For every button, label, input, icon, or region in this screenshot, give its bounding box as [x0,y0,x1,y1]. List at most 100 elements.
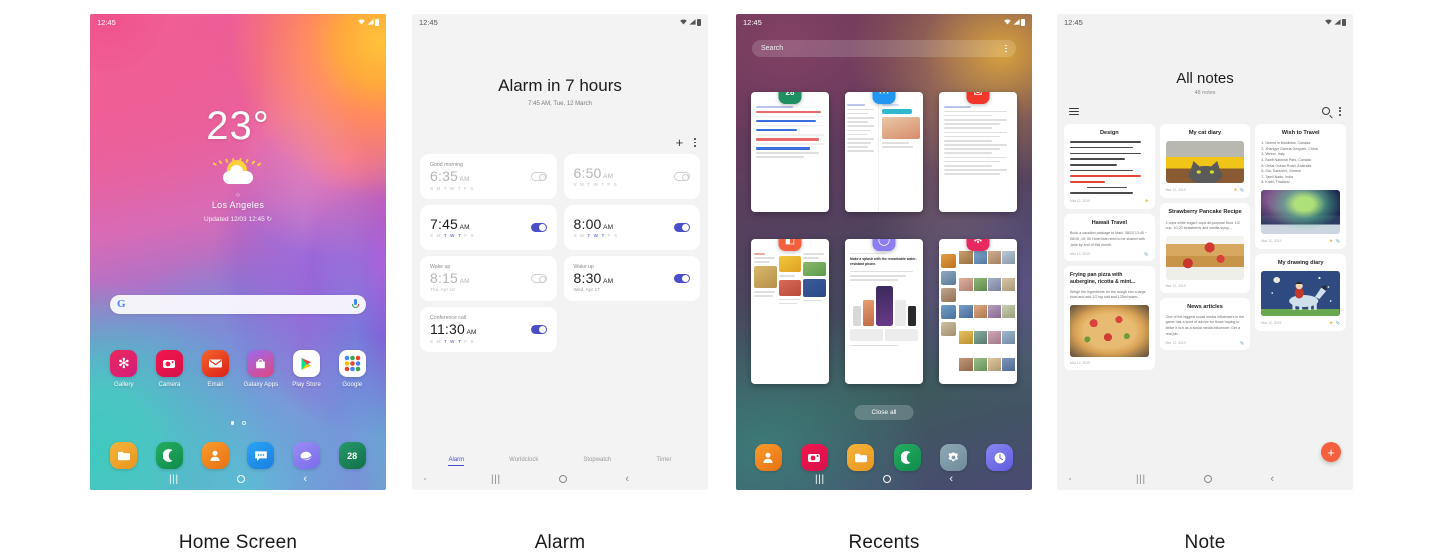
email-icon: ✉ [966,92,990,104]
dock-messages[interactable] [238,442,284,469]
alarm-row[interactable]: Conference call 11:30 AM S M T W T F S [420,307,557,352]
alarm-row[interactable]: Wake up 8:30 AM Wed, Apr 17 [563,256,700,301]
star-icon: ★ [1328,237,1334,243]
attachment-icon: 📎 [1335,238,1341,243]
dock-files[interactable] [838,444,884,471]
tab-timer[interactable]: Timer [656,457,671,466]
panel-caption: Note [1184,532,1226,553]
dock-contacts[interactable] [192,442,238,469]
nav-bar: ||| ‹ [412,468,708,490]
status-bar-time: 12:45 [97,17,116,27]
star-icon: ★ [1328,320,1334,326]
note-card-news-articles[interactable]: News articles One of the biggest social … [1159,297,1251,351]
recent-card-messages[interactable]: ⋯ [845,92,923,212]
dock-phone[interactable] [147,442,193,469]
files-icon [847,444,875,471]
panel-note: 12:45 All notes 48 notes Design Mar 12, … [1057,14,1353,553]
back-icon[interactable]: ‹ [1270,473,1274,485]
recents-icon[interactable]: ||| [815,474,825,485]
alarm-toggle[interactable] [530,172,547,181]
alarm-row[interactable]: Good morning 6:35 AM S M T W T F S [420,154,557,199]
add-note-fab[interactable]: + [1321,442,1341,462]
alarm-toggle[interactable] [530,325,547,334]
note-card-wish-to-travel[interactable]: Wish to Travel 1. Norest in Manitoba, Ca… [1255,124,1347,249]
recent-card-internet[interactable]: ◯ Make a splash with the remarkable wate… [845,239,923,384]
clock-icon [986,444,1014,471]
home-icon[interactable] [882,474,892,484]
google-search-bar[interactable]: G [110,295,366,314]
attachment-icon: 📎 [1239,188,1245,193]
note-card-hawaii-travel[interactable]: Hawaii Travel Book a vacation package to… [1064,214,1155,262]
alarm-toggle[interactable] [674,172,690,181]
home-icon[interactable] [558,474,568,484]
dock-settings[interactable] [930,444,976,471]
microphone-icon[interactable] [352,299,359,310]
more-options-icon[interactable] [1339,107,1341,116]
app-camera[interactable]: Camera [147,350,193,388]
tab-worldclock[interactable]: Worldclock [509,457,538,466]
app-play-store[interactable]: Play Store [284,350,330,388]
alarm-toggle[interactable] [674,274,690,283]
back-icon[interactable]: ‹ [625,473,629,485]
status-bar: 12:45 [412,14,708,30]
alarm-toggle[interactable] [530,274,547,283]
device-screen-alarm: 12:45 Alarm in 7 hours 7:45 AM, Tue, 12 … [412,14,708,490]
note-card-my-drawing-diary[interactable]: My drawing diary Mar 12, 2019 ★ 📎 [1255,253,1347,332]
alarm-row[interactable]: Wake up 8:15 AM Thu, Apr 18 [420,256,557,301]
dock-internet[interactable] [284,442,330,469]
back-icon[interactable]: ‹ [303,473,307,485]
app-google-folder[interactable]: Google [329,350,375,388]
alarm-toggle[interactable] [674,223,690,232]
add-alarm-button[interactable]: + [676,136,684,149]
dock-files[interactable] [101,442,147,469]
search-icon[interactable] [1322,107,1331,116]
recent-card-gallery[interactable]: ✻ [939,239,1017,384]
home-icon[interactable] [236,474,246,484]
recents-search-bar[interactable]: Search [752,40,1016,57]
alarm-row[interactable]: 8:00 AM S M T W T F S [563,205,700,250]
note-card-frying-pan-pizza[interactable]: Frying pan pizza with aubergine, ricotta… [1064,266,1155,370]
page-dot-active[interactable] [230,421,234,425]
recent-card-email[interactable]: ✉ [939,92,1017,212]
app-gallery[interactable]: ✻ Gallery [101,350,147,388]
note-card-design[interactable]: Design Mar 12, 2019 ★ [1064,124,1155,210]
dock-contacts[interactable] [745,444,791,471]
tab-alarm[interactable]: Alarm [448,457,465,466]
recent-card-calendar[interactable]: 28 [751,92,829,212]
battery-icon [697,18,701,26]
app-email[interactable]: Email [192,350,238,388]
home-icon[interactable] [1203,474,1213,484]
alarm-toggle[interactable] [530,223,547,232]
settings-gear-icon [939,444,967,471]
clock-tabs: Alarm Worldclock Stopwatch Timer [412,457,708,466]
weather-widget[interactable]: 23° ◇ Los Angeles Updated 12/03 12:45 ↻ [90,106,386,223]
dock-clock[interactable] [977,444,1023,471]
hamburger-icon[interactable] [1069,107,1079,116]
note-date: Mar 12, 2019 [1165,283,1186,288]
alarm-row[interactable]: 7:45 AM S M T W T F S [420,205,557,250]
tab-stopwatch[interactable]: Stopwatch [583,457,611,466]
page-dot[interactable] [242,421,246,425]
device-screen-note: 12:45 All notes 48 notes Design Mar 12, … [1057,14,1353,490]
recents-icon[interactable]: ||| [169,474,179,485]
gallery-icon: ✻ [966,239,990,251]
note-card-strawberry-pancake[interactable]: Strawberry Pancake Recipe 2 cups white s… [1159,203,1251,293]
back-icon[interactable]: ‹ [949,473,953,485]
alarm-row[interactable]: 6:50 AM S M T W T F S [563,154,700,199]
close-all-button[interactable]: Close all [854,405,914,420]
status-bar: 12:45 [736,14,1032,30]
alarm-days: S M T W T F S [430,233,475,239]
handwriting-preview [1070,141,1149,194]
more-options-icon[interactable] [1005,44,1007,53]
recents-icon[interactable]: ||| [1136,474,1146,485]
dock-calendar[interactable]: 28 [329,442,375,469]
note-card-my-cat-diary[interactable]: My cat diary Mar 12, 2019 ★ 📎 [1159,124,1251,199]
camera-icon [155,350,183,377]
recents-icon[interactable]: ||| [491,474,501,485]
dock-camera[interactable] [791,444,837,471]
dock-phone[interactable] [884,444,930,471]
contacts-icon [201,442,229,469]
app-galaxy-apps[interactable]: Galaxy Apps [238,350,284,388]
more-options-icon[interactable] [694,138,696,147]
recent-card-notes[interactable]: ◧ [751,239,829,384]
